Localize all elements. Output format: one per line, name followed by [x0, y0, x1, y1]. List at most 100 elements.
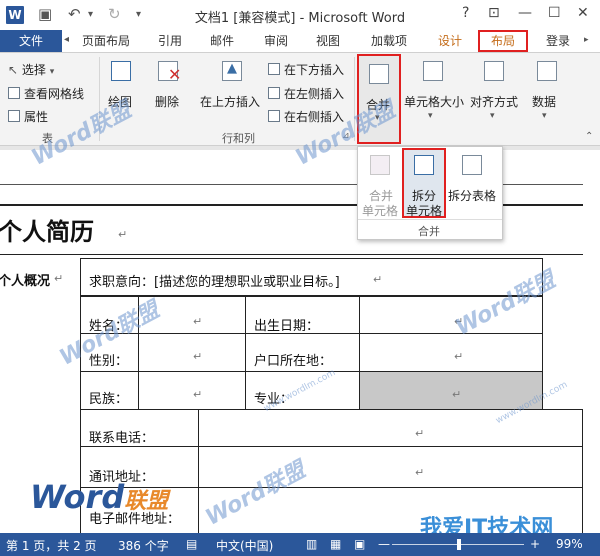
- insert-left-icon: [268, 87, 280, 99]
- table-cell-gender-value[interactable]: ↵: [138, 333, 246, 372]
- select-button[interactable]: ↖ 选择 ▾: [8, 61, 54, 78]
- split-table-label: 拆分表格: [448, 189, 497, 203]
- delete-button[interactable]: ✕ 删除: [150, 59, 190, 119]
- ethnicity-label: 民族：: [89, 392, 129, 407]
- merge-icon: [369, 64, 389, 84]
- cell-size-button[interactable]: 单元格大小 ▾: [404, 59, 465, 121]
- alignment-button[interactable]: 对齐方式 ▾: [470, 59, 520, 121]
- data-button[interactable]: 数据 ▾: [530, 59, 564, 121]
- delete-label: 删除: [155, 95, 180, 109]
- minimize-button[interactable]: —: [518, 5, 532, 21]
- merge-cells-item[interactable]: 合并 单元格: [360, 151, 402, 218]
- collapse-ribbon-icon[interactable]: ⌃: [585, 131, 593, 142]
- close-button[interactable]: ✕: [577, 5, 589, 21]
- zoom-slider-thumb[interactable]: [457, 539, 461, 550]
- tab-layout[interactable]: 布局: [478, 30, 528, 52]
- dropdown-group-label: 合并: [418, 225, 440, 238]
- tab-design[interactable]: 设计: [428, 30, 472, 52]
- word-lm-logo: Word联盟: [30, 478, 169, 516]
- paragraph-mark: ↵: [415, 466, 425, 479]
- table-cell-phone-value[interactable]: ↵: [198, 409, 583, 447]
- paragraph-mark: ↵: [454, 350, 464, 363]
- split-cells-icon: [414, 155, 434, 175]
- word-count[interactable]: 386 个字: [118, 537, 169, 554]
- table-cell-hukou-label[interactable]: 户口所在地：: [245, 333, 360, 372]
- insert-above-button[interactable]: ▲ 在上方插入: [200, 59, 264, 119]
- table-cell-hukou-value[interactable]: ↵: [359, 333, 543, 372]
- language-status[interactable]: 中文(中国): [216, 537, 273, 554]
- table-cell-phone-label[interactable]: 联系电话：: [80, 409, 199, 447]
- table-cell-ethnicity-value[interactable]: ↵: [138, 371, 246, 410]
- web-layout-icon[interactable]: ▣: [354, 537, 365, 551]
- cursor-icon: ↖: [8, 63, 19, 77]
- merge-dropdown-menu: 合并 单元格 拆分 单元格 拆分表格 合并: [357, 146, 503, 240]
- insert-below-button[interactable]: 在下方插入: [268, 61, 344, 78]
- tab-references[interactable]: 引用: [150, 30, 190, 52]
- delete-x-icon: ✕: [168, 65, 182, 84]
- split-table-item[interactable]: 拆分表格: [446, 151, 500, 217]
- cell-size-icon: [423, 61, 443, 81]
- birth-label: 出生日期：: [254, 319, 320, 334]
- restore-button[interactable]: ☐: [548, 5, 561, 21]
- window-title: 文档1 [兼容模式] - Microsoft Word: [194, 11, 406, 26]
- section-label: 个人概况: [0, 274, 51, 289]
- chevron-down-icon: ▾: [490, 111, 495, 121]
- status-bar: 第 1 页，共 2 页 386 个字 ▤ 中文(中国) ▥ ▦ ▣ — + 99…: [0, 533, 600, 556]
- tab-page-layout[interactable]: 页面布局: [78, 30, 134, 52]
- help-button[interactable]: ?: [462, 5, 469, 21]
- tab-scroll-right-icon[interactable]: ▸: [584, 35, 589, 45]
- alignment-icon: [484, 61, 504, 81]
- chevron-down-icon: ▾: [542, 111, 547, 121]
- page-count[interactable]: 第 1 页，共 2 页: [6, 537, 97, 554]
- paragraph-mark: ↵: [193, 315, 203, 328]
- read-mode-icon[interactable]: ▥: [306, 537, 317, 551]
- arrow-up-icon: ▲: [227, 61, 237, 76]
- tab-file[interactable]: 文件: [0, 30, 62, 52]
- document-area[interactable]: 个人简历 ↵ 个人概况 ↵ 求职意向：[描述您的理想职业或职业目标。] ↵ 姓名…: [0, 98, 600, 541]
- table-row-objective[interactable]: 求职意向：[描述您的理想职业或职业目标。] ↵: [80, 258, 543, 296]
- paragraph-mark: ↵: [373, 273, 383, 286]
- split-cells-item[interactable]: 拆分 单元格: [402, 148, 446, 218]
- resume-heading: 个人简历: [0, 217, 94, 246]
- table-cell-ethnicity-label[interactable]: 民族：: [80, 371, 139, 410]
- tab-addins[interactable]: 加载项: [362, 30, 416, 52]
- merge-cells-label-2: 单元格: [362, 204, 399, 218]
- view-gridlines-button[interactable]: 查看网格线: [8, 85, 84, 102]
- tab-scroll-left-icon[interactable]: ◂: [64, 34, 69, 45]
- paragraph-mark: ↵: [452, 388, 462, 401]
- chevron-down-icon: ▾: [49, 67, 55, 77]
- print-layout-icon[interactable]: ▦: [330, 537, 341, 551]
- paragraph-mark: ↵: [54, 272, 64, 285]
- zoom-out-button[interactable]: —: [378, 537, 390, 551]
- signin-link[interactable]: 登录: [538, 30, 578, 52]
- tab-mailings[interactable]: 邮件: [202, 30, 242, 52]
- title-bar: W ▣ ↶ ▾ ↻ ▾ 文档1 [兼容模式] - Microsoft Word …: [0, 0, 600, 30]
- insert-below-label: 在下方插入: [284, 63, 345, 77]
- insert-above-label: 在上方插入: [200, 95, 261, 109]
- properties-label: 属性: [24, 110, 49, 124]
- select-label: 选择: [21, 63, 46, 77]
- hukou-label: 户口所在地：: [254, 354, 333, 369]
- tab-view[interactable]: 视图: [308, 30, 348, 52]
- table-cell-birth-label[interactable]: 出生日期：: [245, 296, 360, 334]
- properties-icon: [8, 110, 20, 122]
- chevron-down-icon: ▾: [428, 111, 433, 121]
- view-gridlines-label: 查看网格线: [24, 87, 85, 101]
- table-cell-major-value-selected[interactable]: ↵: [359, 371, 543, 410]
- ribbon-display-icon[interactable]: ⊡: [488, 5, 500, 21]
- properties-button[interactable]: 属性: [8, 108, 48, 125]
- proofing-icon[interactable]: ▤: [186, 537, 197, 551]
- insert-left-button[interactable]: 在左侧插入: [268, 85, 344, 102]
- alignment-label: 对齐方式: [470, 95, 519, 109]
- paragraph-mark: ↵: [118, 228, 128, 241]
- paragraph-mark: ↵: [193, 388, 203, 401]
- insert-right-icon: [268, 110, 280, 122]
- phone-label: 联系电话：: [89, 431, 155, 446]
- data-icon: [537, 61, 557, 81]
- zoom-in-button[interactable]: +: [530, 537, 540, 551]
- zoom-level[interactable]: 99%: [556, 537, 583, 551]
- cell-size-label: 单元格大小: [404, 95, 465, 109]
- insert-below-icon: [268, 63, 280, 75]
- data-label: 数据: [532, 95, 557, 109]
- tab-review[interactable]: 审阅: [256, 30, 296, 52]
